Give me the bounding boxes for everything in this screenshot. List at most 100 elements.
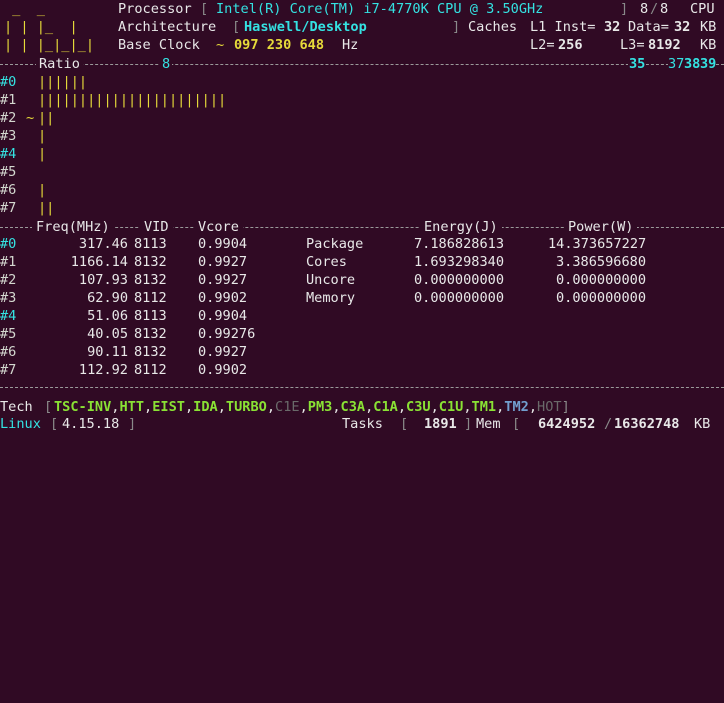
vcore-value: 0.9904 [198,236,248,252]
os-name: Linux [0,416,41,432]
ratio-row: #5 [0,164,17,180]
power-header: Power(W) [564,218,638,236]
ratio-bar: | [38,146,47,162]
header-row-1: _ _ Processor [ Intel(R) Core(TM) i7-477… [4,1,715,17]
freq-value: 1166.14 [70,254,128,270]
architecture-value: Haswell/Desktop [244,19,367,35]
ratio-row: #4 | [0,146,47,162]
vcore-value: 0.9904 [198,308,248,324]
vid-value: 8113 [134,236,167,252]
vid-value: 8112 [134,362,167,378]
tech-row: Tech [ TSC-INV,HTT,EIST,IDA,TURBO,C1E,PM… [0,399,570,415]
cpu-total: 8 [660,1,669,17]
mem-unit: KB [694,416,711,432]
architecture-label: Architecture [118,19,217,35]
freq-value: 90.11 [87,344,128,360]
l2-label: L2= [530,37,555,53]
domain-name: Memory [306,290,356,306]
vcore-value: 0.9902 [198,362,248,378]
ratio-row: #3 | [0,128,47,144]
ratio-row: #2 ~ || [0,110,55,126]
ratio-label: Ratio [36,55,83,73]
tech-flag-tm1: TM1 [471,399,497,415]
table-row: #7 112.92 8112 0.9902 [0,362,248,378]
vid-header: VID [140,218,173,236]
ratio-rule [0,64,724,65]
ratio-max-mark-38: 38 [684,55,701,73]
table-header: Freq(MHz) VID Vcore Energy(J) Power(W) [0,218,638,236]
vid-value: 8132 [134,326,167,342]
tech-label: Tech [0,399,33,415]
cpu-label: CPU [690,1,715,17]
processor-label: Processor [118,1,192,17]
vid-value: 8113 [134,308,167,324]
vcore-value: 0.9927 [198,272,248,288]
energy-value: 7.186828613 [414,236,505,252]
tech-flag-eist: EIST [152,399,185,415]
table-row: #3 62.90 8112 0.9902 Memory 0.000000000 … [0,290,647,306]
ratio-row: #1 ||||||||||||||||||||||| [0,92,227,108]
vid-value: 8112 [134,290,167,306]
table-row: #2 107.93 8132 0.9927 Uncore 0.000000000… [0,272,647,288]
freq-value: 317.46 [78,236,128,252]
table-row: #5 40.05 8132 0.99276 [0,326,256,342]
header-row-3: | | |_|_|_| Base Clock ~ 097 230 648 Hz … [0,36,716,54]
power-value: 0.000000000 [556,290,647,306]
ratio-bar: ||||||||||||||||||||||| [38,92,227,108]
power-value: 3.386596680 [556,254,647,270]
ratio-bar: || [38,200,55,216]
tech-flag-ida: IDA [193,399,218,415]
vcore-value: 0.9927 [198,344,248,360]
mem-total: 16362748 [614,416,680,432]
table-row: #4 51.06 8113 0.9904 [0,308,248,324]
ratio-header: Ratio 8 35 37 38 39 [0,55,717,73]
vcore-value: 0.99276 [198,326,256,342]
table-row: #0 317.46 8113 0.9904 Package 7.18682861… [0,236,647,252]
vcore-value: 0.9927 [198,254,248,270]
freq-value: 51.06 [87,308,128,324]
tech-flag-pm3: PM3 [307,399,333,415]
tech-rule [0,387,724,388]
ratio-max-mark-35: 35 [628,55,647,73]
cpu-online: 8 [640,1,649,17]
base-clock-label: Base Clock [118,37,200,53]
vcore-value: 0.9902 [198,290,248,306]
header-row-2: | | |_ | Architecture [ Haswell/Desktop … [4,19,717,35]
domain-name: Uncore [306,272,356,288]
table-row: #1 1166.14 8132 0.9927 Cores 1.693298340… [0,254,647,270]
power-value: 14.373657227 [548,236,647,252]
table-row: #6 90.11 8132 0.9927 [0,344,248,360]
ratio-row: #6 | [0,182,47,198]
l1-unit: KB [700,19,717,35]
logo-line-3: | | |_|_|_| [4,37,95,53]
tech-flag-c3a: C3A [340,399,366,415]
freq-header: Freq(MHz) [32,218,114,236]
l3-unit: KB [700,37,717,53]
tech-flag-tsc-inv: TSC-INV [54,399,112,415]
tech-flag-c3u: C3U [406,399,431,415]
tech-flag-htt: HTT [119,399,145,415]
ratio-bar: | [38,182,47,198]
base-clock-value: 097 230 648 [234,37,325,53]
tech-flag-hot: HOT [537,399,562,415]
status-row: Linux [ 4.15.18 ] Tasks [ 1891 ] Mem [ 6… [0,416,711,432]
tech-flag-c1e: C1E [275,399,300,415]
logo-line-2: | | |_ | [4,19,78,35]
tech-flag-tm2: TM2 [504,399,529,415]
kernel-version: 4.15.18 [62,416,120,432]
ratio-bar: |||||| [38,74,88,90]
freq-value: 62.90 [87,290,128,306]
ratio-row: #7 || [0,200,55,216]
l1-inst-value: 32 [604,19,621,35]
vid-value: 8132 [134,344,167,360]
ratio-max-mark-37: 37 [668,55,685,73]
vcore-header: Vcore [194,218,243,236]
base-clock-unit: Hz [342,37,359,53]
ratio-max-mark-39: 39 [700,55,717,73]
vid-value: 8132 [134,254,167,270]
l3-label: L3= [620,37,645,53]
freq-value: 112.92 [78,362,128,378]
processor-name: Intel(R) Core(TM) i7-4770K CPU @ 3.50GHz [216,1,544,17]
domain-name: Package [306,236,364,252]
l1-data-label: Data= [628,19,669,35]
